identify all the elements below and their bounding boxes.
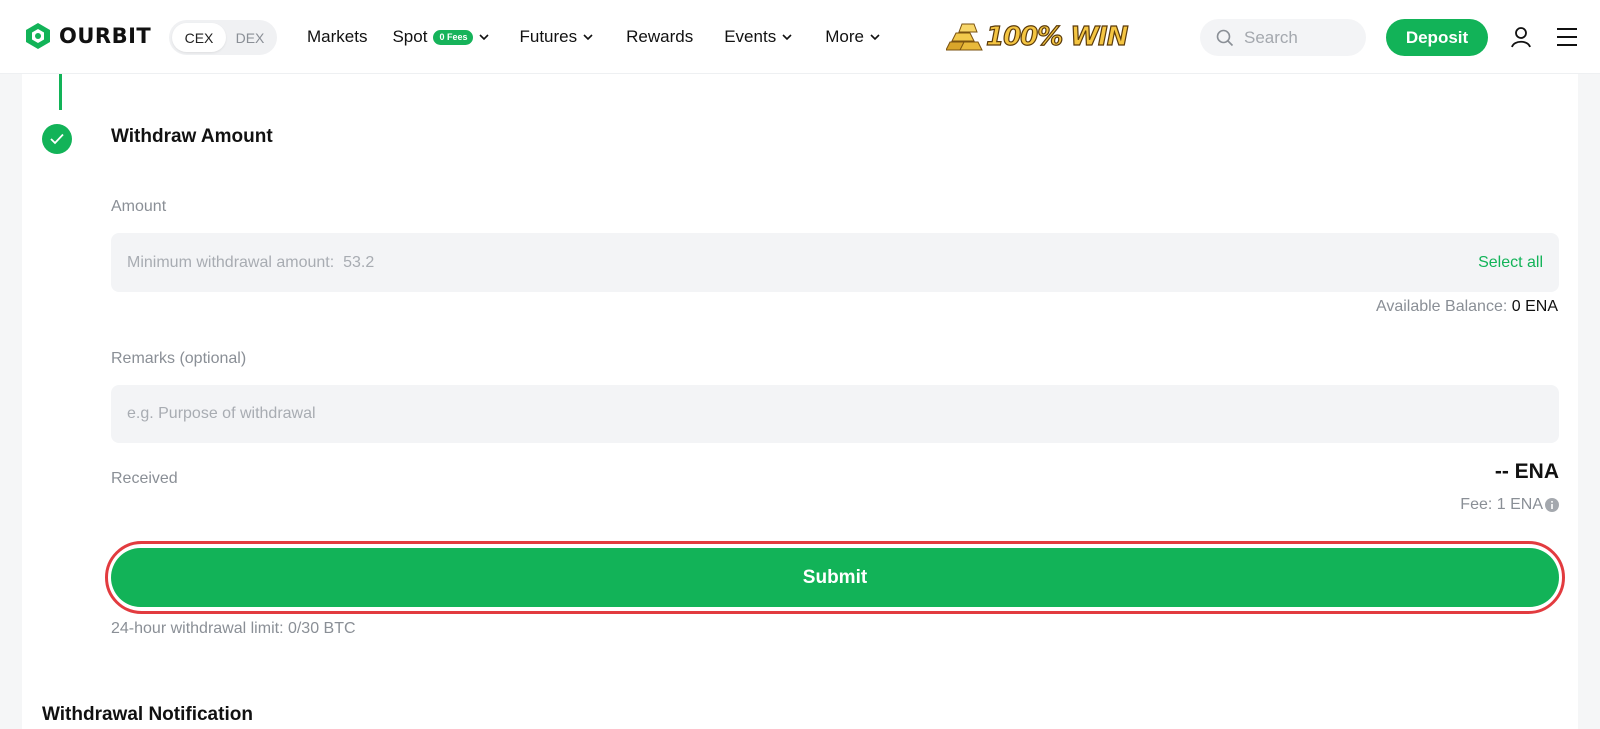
search-icon bbox=[1216, 29, 1234, 46]
chevron-down-icon bbox=[479, 34, 490, 41]
amount-field: Select all bbox=[111, 233, 1559, 292]
mode-cex-button[interactable]: CEX bbox=[172, 23, 226, 52]
nav-futures[interactable]: Futures bbox=[519, 27, 593, 47]
withdraw-card: Withdraw Amount Amount Select all Availa… bbox=[22, 74, 1578, 729]
available-balance-label: Available Balance: bbox=[1375, 298, 1508, 315]
nav-more[interactable]: More bbox=[825, 27, 880, 47]
nav-rewards[interactable]: Rewards bbox=[626, 27, 693, 47]
brand-name: OURBIT bbox=[59, 24, 152, 48]
nav-futures-label: Futures bbox=[519, 27, 578, 46]
zero-fees-badge: 0 Fees bbox=[433, 29, 474, 45]
nav-events-label: Events bbox=[724, 27, 777, 46]
nav-more-label: More bbox=[825, 27, 864, 46]
chevron-down-icon bbox=[782, 34, 792, 41]
nav-spot[interactable]: Spot 0 Fees bbox=[392, 27, 490, 47]
hamburger-menu-icon[interactable] bbox=[1556, 27, 1578, 47]
top-header: OURBIT CEX DEX Markets Spot 0 Fees Futur… bbox=[0, 0, 1600, 74]
chevron-down-icon bbox=[583, 34, 593, 41]
info-icon[interactable] bbox=[1545, 498, 1559, 512]
chevron-down-icon bbox=[870, 34, 880, 41]
amount-input[interactable] bbox=[127, 253, 1479, 272]
search-input[interactable] bbox=[1244, 27, 1354, 48]
deposit-button[interactable]: Deposit bbox=[1386, 19, 1488, 56]
remarks-field bbox=[111, 385, 1559, 443]
ourbit-logo-icon bbox=[26, 23, 50, 49]
received-value: -- ENA bbox=[1494, 460, 1559, 483]
select-all-button[interactable]: Select all bbox=[1478, 254, 1543, 272]
received-label: Received bbox=[111, 470, 178, 487]
remarks-input[interactable] bbox=[127, 405, 1543, 423]
promo-banner[interactable]: 100% WIN bbox=[946, 18, 1129, 56]
promo-text: 100% WIN bbox=[985, 21, 1129, 52]
cex-dex-toggle: CEX DEX bbox=[169, 20, 277, 55]
withdrawal-limit-text: 24-hour withdrawal limit: 0/30 BTC bbox=[111, 620, 356, 637]
nav-spot-label: Spot bbox=[392, 27, 428, 46]
submit-button[interactable]: Submit bbox=[111, 548, 1559, 607]
user-icon[interactable] bbox=[1510, 26, 1532, 48]
check-icon bbox=[50, 133, 64, 145]
fee-info: Fee: 1 ENA bbox=[1460, 496, 1559, 514]
nav-rewards-label: Rewards bbox=[626, 27, 694, 46]
amount-label: Amount bbox=[111, 198, 167, 215]
gold-bars-icon bbox=[946, 23, 983, 51]
step-title: Withdraw Amount bbox=[111, 126, 273, 147]
search-box[interactable] bbox=[1200, 19, 1366, 56]
nav-markets-label: Markets bbox=[307, 27, 368, 46]
withdrawal-notification-title: Withdrawal Notification bbox=[42, 704, 253, 725]
nav-markets[interactable]: Markets bbox=[307, 27, 367, 47]
step-connector-line bbox=[59, 74, 62, 110]
available-balance: Available Balance: 0 ENA bbox=[1376, 298, 1558, 316]
available-balance-value: 0 ENA bbox=[1511, 298, 1558, 315]
nav-events[interactable]: Events bbox=[724, 27, 792, 47]
fee-text: Fee: 1 ENA bbox=[1460, 496, 1543, 513]
step-complete-indicator bbox=[42, 124, 72, 154]
main-nav: Markets Spot 0 Fees Futures Rewards Even… bbox=[307, 0, 880, 74]
brand-logo[interactable]: OURBIT bbox=[23, 21, 151, 51]
remarks-label: Remarks (optional) bbox=[111, 350, 247, 367]
mode-dex-button[interactable]: DEX bbox=[226, 23, 274, 52]
